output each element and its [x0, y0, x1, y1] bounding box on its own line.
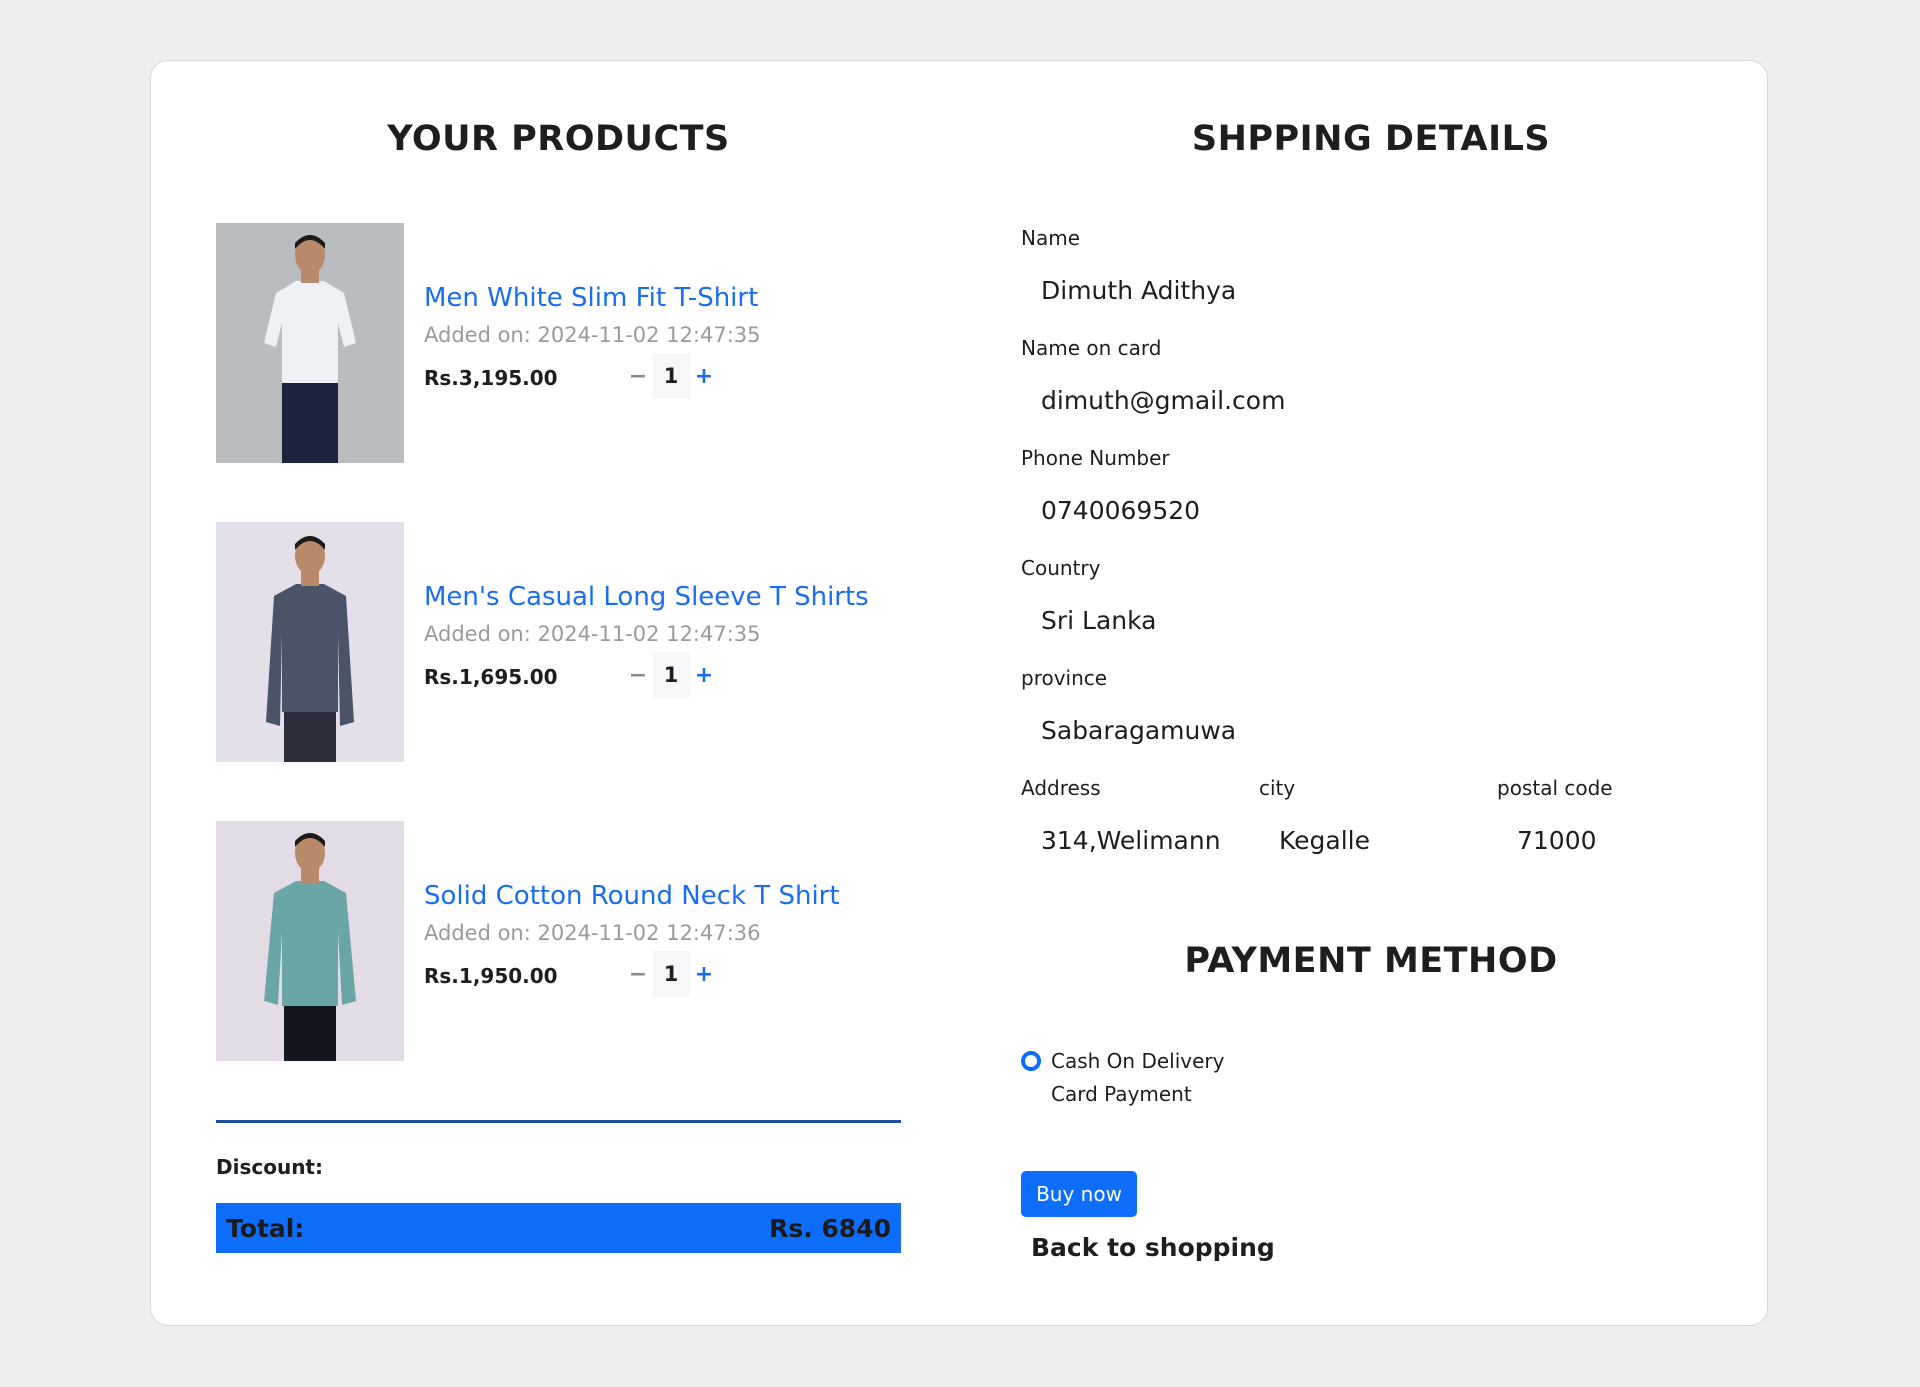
product-added-date: Added on: 2024-11-02 12:47:35	[424, 323, 761, 347]
product-info: Men's Casual Long Sleeve T Shirts Added …	[424, 522, 894, 762]
address-field[interactable]	[1041, 826, 1251, 855]
product-name-link[interactable]: Men's Casual Long Sleeve T Shirts	[424, 582, 869, 612]
total-bar: Total: Rs. 6840	[216, 1203, 901, 1253]
shipping-title: SHPPING DETAILS	[1191, 119, 1551, 159]
product-info: Men White Slim Fit T-Shirt Added on: 202…	[424, 223, 894, 463]
product-image[interactable]	[216, 821, 404, 1061]
back-to-shopping-link[interactable]: Back to shopping	[1031, 1233, 1275, 1262]
decrease-quantity-button[interactable]: −	[624, 962, 652, 987]
product-image[interactable]	[216, 223, 404, 463]
summary-divider	[216, 1120, 901, 1123]
quantity-stepper: − 1 +	[624, 353, 718, 399]
product-price: Rs.1,950.00	[424, 964, 558, 988]
products-title: YOUR PRODUCTS	[387, 119, 730, 159]
checkout-card: YOUR PRODUCTS Men White Slim Fit T-Shirt…	[150, 60, 1768, 1326]
product-price: Rs.1,695.00	[424, 665, 558, 689]
name-on-card-field[interactable]	[1041, 386, 1641, 415]
quantity-value[interactable]: 1	[652, 652, 690, 698]
quantity-value[interactable]: 1	[652, 353, 690, 399]
card-payment-label: Card Payment	[1051, 1082, 1192, 1106]
payment-option-card[interactable]: Card Payment	[1051, 1082, 1192, 1106]
postal-code-field[interactable]	[1517, 826, 1697, 855]
decrease-quantity-button[interactable]: −	[624, 663, 652, 688]
province-label: province	[1021, 666, 1108, 690]
payment-option-cod[interactable]: Cash On Delivery	[1021, 1049, 1224, 1073]
city-label: city	[1259, 776, 1296, 800]
name-on-card-label: Name on card	[1021, 336, 1162, 360]
product-info: Solid Cotton Round Neck T Shirt Added on…	[424, 821, 894, 1061]
product-item: Men White Slim Fit T-Shirt Added on: 202…	[216, 223, 901, 463]
product-added-date: Added on: 2024-11-02 12:47:35	[424, 622, 761, 646]
cod-radio[interactable]	[1021, 1051, 1041, 1071]
decrease-quantity-button[interactable]: −	[624, 364, 652, 389]
increase-quantity-button[interactable]: +	[690, 663, 718, 688]
product-image[interactable]	[216, 522, 404, 762]
discount-label: Discount:	[216, 1155, 323, 1179]
product-item: Men's Casual Long Sleeve T Shirts Added …	[216, 522, 901, 762]
buy-now-button[interactable]: Buy now	[1021, 1171, 1137, 1217]
total-value: Rs. 6840	[769, 1213, 891, 1243]
product-name-link[interactable]: Men White Slim Fit T-Shirt	[424, 283, 758, 313]
province-field[interactable]	[1041, 716, 1641, 745]
product-added-date: Added on: 2024-11-02 12:47:36	[424, 921, 761, 945]
product-price: Rs.3,195.00	[424, 366, 558, 390]
product-item: Solid Cotton Round Neck T Shirt Added on…	[216, 821, 901, 1061]
country-label: Country	[1021, 556, 1101, 580]
cod-label: Cash On Delivery	[1051, 1049, 1225, 1073]
quantity-stepper: − 1 +	[624, 652, 718, 698]
country-field[interactable]	[1041, 606, 1641, 635]
name-field[interactable]	[1041, 276, 1641, 305]
total-label: Total:	[226, 1213, 305, 1243]
payment-title: PAYMENT METHOD	[1184, 941, 1558, 981]
address-label: Address	[1021, 776, 1101, 800]
city-field[interactable]	[1279, 826, 1479, 855]
postal-code-label: postal code	[1497, 776, 1613, 800]
product-name-link[interactable]: Solid Cotton Round Neck T Shirt	[424, 881, 840, 911]
phone-label: Phone Number	[1021, 446, 1170, 470]
quantity-stepper: − 1 +	[624, 951, 718, 997]
quantity-value[interactable]: 1	[652, 951, 690, 997]
increase-quantity-button[interactable]: +	[690, 364, 718, 389]
increase-quantity-button[interactable]: +	[690, 962, 718, 987]
phone-field[interactable]	[1041, 496, 1641, 525]
name-label: Name	[1021, 226, 1081, 250]
